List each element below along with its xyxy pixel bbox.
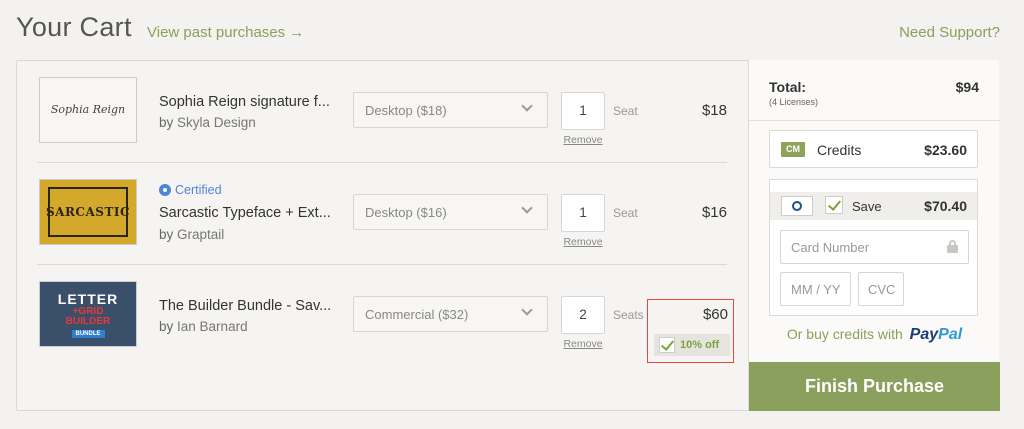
remove-link[interactable]: Remove — [561, 134, 605, 146]
certified-label: Certified — [175, 183, 222, 197]
cm-logo-icon: CM — [781, 142, 805, 157]
certified-icon — [159, 184, 171, 196]
seat-label: Seats — [613, 308, 644, 322]
license-count: (4 Licenses) — [769, 97, 819, 107]
sidebar-divider — [749, 120, 1000, 121]
paypal-option[interactable]: Or buy credits with PayPal — [749, 326, 1000, 344]
product-thumbnail[interactable]: SARCASTIC — [39, 179, 137, 245]
credits-value: $23.60 — [924, 142, 967, 158]
license-select[interactable]: Desktop ($18) — [353, 92, 548, 128]
row-divider — [37, 264, 727, 265]
cart-item-row: Sophia Reign Sophia Reign signature f...… — [37, 69, 727, 171]
thumbnail-text: SARCASTIC — [46, 187, 130, 237]
seat-label: Seat — [613, 104, 638, 118]
thumbnail-text: Sophia Reign — [50, 102, 126, 116]
license-selected-value: Desktop ($16) — [365, 205, 447, 220]
quantity-input[interactable]: 1 — [561, 194, 605, 232]
product-author-line: by Ian Barnard — [159, 319, 248, 334]
license-selected-value: Commercial ($32) — [365, 307, 469, 322]
product-name[interactable]: Sarcastic Typeface + Ext... — [159, 205, 341, 221]
thumbnail-text: BUNDLE — [71, 329, 105, 338]
checkout-sidebar: Total: (4 Licenses) $94 CM Credits $23.6… — [748, 60, 1000, 411]
thumbnail-text: LETTER — [57, 290, 119, 307]
card-number-input[interactable]: Card Number — [780, 230, 969, 264]
item-price: $60 — [702, 306, 728, 323]
view-past-purchases-link[interactable]: View past purchases → — [147, 24, 304, 41]
credits-label: Credits — [817, 142, 862, 158]
expiry-placeholder: MM / YY — [791, 282, 841, 297]
lock-icon — [947, 240, 958, 253]
item-price: $18 — [701, 102, 727, 119]
cvc-placeholder: CVC — [868, 282, 896, 297]
discount-label: 10% off — [680, 339, 720, 351]
cart-item-row: LETTER +GRID BUILDER BUNDLE The Builder … — [37, 273, 727, 375]
checkbox-checked-icon[interactable] — [659, 337, 675, 353]
seat-label: Seat — [613, 206, 638, 220]
license-select[interactable]: Desktop ($16) — [353, 194, 548, 230]
card-charge-value: $70.40 — [924, 198, 967, 214]
product-thumbnail[interactable]: LETTER +GRID BUILDER BUNDLE — [39, 281, 137, 347]
by-label: by — [159, 115, 174, 130]
finish-purchase-button[interactable]: Finish Purchase — [749, 362, 1000, 411]
license-select[interactable]: Commercial ($32) — [353, 296, 548, 332]
save-card-checkbox[interactable] — [825, 196, 843, 214]
cart-item-row: SARCASTIC Certified Sarcastic Typeface +… — [37, 171, 727, 273]
row-divider — [37, 162, 727, 163]
remove-link[interactable]: Remove — [561, 236, 605, 248]
author-link[interactable]: Skyla Design — [177, 115, 256, 130]
quantity-input[interactable]: 2 — [561, 296, 605, 334]
credits-option[interactable]: CM Credits $23.60 — [769, 130, 978, 168]
thumbnail-text: BUILDER — [65, 315, 111, 327]
by-label: by — [159, 227, 174, 242]
page-title: Your Cart — [16, 12, 132, 42]
saved-card-row[interactable]: Save $70.40 — [770, 192, 977, 220]
author-link[interactable]: Graptail — [177, 227, 224, 242]
card-payment-panel: Save $70.40 Card Number MM / YY CVC — [769, 179, 978, 316]
thumbnail-text: +GRID — [72, 305, 104, 317]
chevron-down-icon — [521, 202, 533, 214]
paypal-prefix: Or buy credits with — [786, 326, 903, 342]
product-author-line: by Skyla Design — [159, 115, 256, 130]
diners-club-icon — [781, 196, 813, 216]
paypal-logo-icon[interactable]: PayPal — [910, 326, 962, 343]
remove-link[interactable]: Remove — [561, 338, 605, 350]
total-label: Total: — [769, 79, 807, 95]
item-price: $16 — [701, 204, 727, 221]
discount-toggle[interactable]: 10% off — [654, 334, 730, 356]
card-number-placeholder: Card Number — [791, 240, 870, 255]
product-thumbnail[interactable]: Sophia Reign — [39, 77, 137, 143]
product-name[interactable]: Sophia Reign signature f... — [159, 94, 341, 110]
author-link[interactable]: Ian Barnard — [177, 319, 248, 334]
product-name[interactable]: The Builder Bundle - Sav... — [159, 298, 341, 314]
total-value: $94 — [955, 79, 979, 95]
license-selected-value: Desktop ($18) — [365, 103, 447, 118]
by-label: by — [159, 319, 174, 334]
need-support-link[interactable]: Need Support? — [899, 24, 1000, 41]
product-author-line: by Graptail — [159, 227, 224, 242]
chevron-down-icon — [521, 304, 533, 316]
cvc-input[interactable]: CVC — [858, 272, 904, 306]
quantity-input[interactable]: 1 — [561, 92, 605, 130]
save-card-label: Save — [852, 199, 882, 214]
chevron-down-icon — [521, 100, 533, 112]
certified-badge: Certified — [159, 183, 222, 197]
expiry-input[interactable]: MM / YY — [780, 272, 851, 306]
discount-highlight: $60 10% off — [647, 299, 734, 363]
